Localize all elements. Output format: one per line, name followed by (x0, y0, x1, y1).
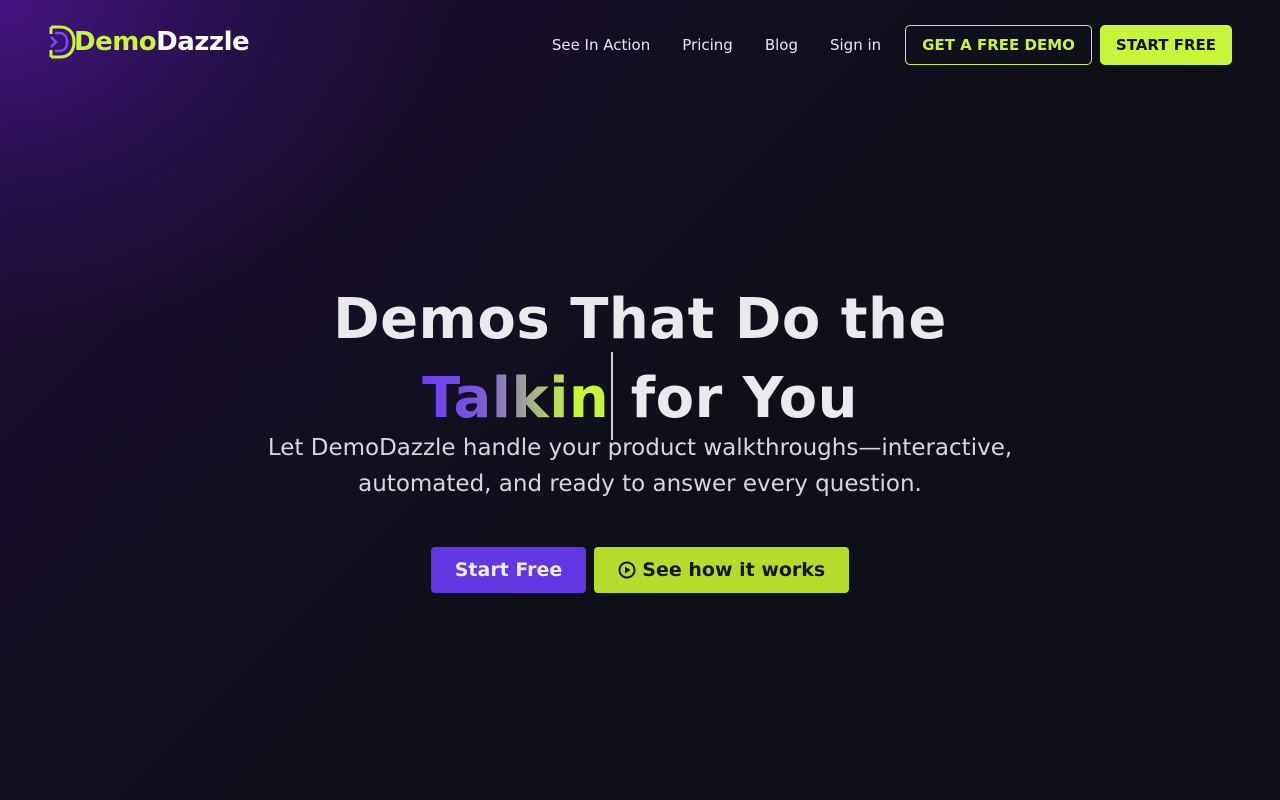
start-free-button[interactable]: Start Free (430, 547, 587, 593)
see-how-it-works-button[interactable]: See how it works (594, 547, 850, 593)
typing-caret (611, 352, 613, 440)
nav-link-pricing[interactable]: Pricing (682, 36, 733, 54)
nav-link-see-in-action[interactable]: See In Action (552, 36, 650, 54)
main-nav: See In Action Pricing Blog Sign in GET A… (552, 25, 1232, 65)
site-header: DemoDazzle See In Action Pricing Blog Si… (0, 0, 1280, 90)
brand-name-part1: Demo (74, 27, 157, 57)
letter-d-logo-icon (47, 24, 77, 60)
nav-link-blog[interactable]: Blog (765, 36, 798, 54)
brand-name-part2: Dazzle (156, 27, 250, 57)
play-circle-icon (618, 561, 636, 579)
start-free-nav-button[interactable]: START FREE (1099, 25, 1232, 65)
hero-headline-line1: Demos That Do the (333, 287, 947, 352)
brand-logo[interactable]: DemoDazzle (47, 24, 250, 60)
see-how-it-works-label: See how it works (642, 559, 826, 581)
nav-link-sign-in[interactable]: Sign in (830, 36, 881, 54)
brand-wordmark: DemoDazzle (74, 27, 250, 57)
hero-subtitle: Let DemoDazzle handle your product walkt… (267, 435, 1013, 497)
hero-headline: Demos That Do the Talkin for You (0, 282, 1280, 446)
get-free-demo-button[interactable]: GET A FREE DEMO (905, 25, 1092, 65)
hero-headline-rest: for You (630, 366, 858, 432)
hero-typed-word: Talkin (422, 366, 610, 432)
hero-cta-group: Start Free See how it works (0, 547, 1280, 593)
